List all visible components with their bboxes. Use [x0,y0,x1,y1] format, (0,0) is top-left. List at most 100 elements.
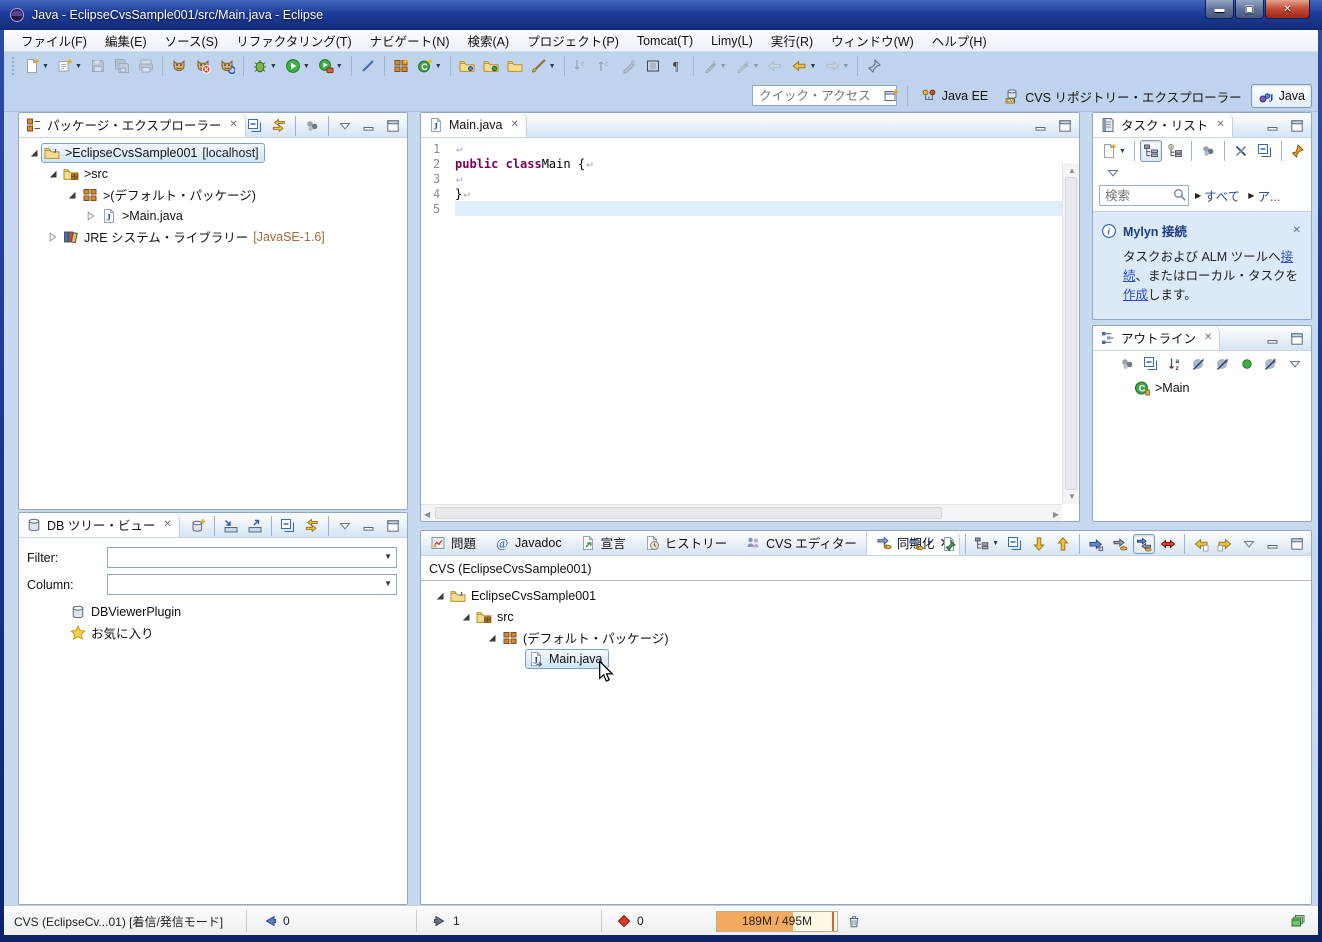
dropdown-arrow-icon[interactable]: ▼ [336,63,343,70]
run-history-button[interactable]: ▼ [315,55,346,77]
block-selection-button[interactable] [642,55,664,77]
perspective-Java[interactable]: J Java [1250,84,1312,108]
open-folder-button[interactable] [504,55,526,77]
menu-ファイル(F)[interactable]: ファイル(F) [12,29,96,52]
update-all-button[interactable] [1190,534,1212,554]
tree-item-DBViewerPlugin[interactable]: DBViewerPlugin [19,601,407,622]
tree-item-()[interactable]: >(デフォルト・パッケージ) [19,184,407,205]
pin-current-button[interactable] [938,534,960,554]
expander-expanded-icon[interactable] [65,190,79,200]
presentation-mode-button[interactable]: ▼ [971,534,1002,554]
code-line-5[interactable]: 5 [421,201,1062,216]
menu-ソース(S)[interactable]: ソース(S) [156,29,228,52]
tab-CVS エディター[interactable]: CVS エディター [736,531,866,555]
expander-expanded-icon[interactable] [485,633,499,643]
menu-ウィンドウ(W)[interactable]: ウィンドウ(W) [822,29,923,52]
menu-リファクタリング(T)[interactable]: リファクタリング(T) [227,29,360,52]
show-whitespace-button[interactable]: ¶ [666,55,688,77]
expander-expanded-icon[interactable] [433,591,447,601]
hide-local-button[interactable]: L [1260,353,1282,375]
minimize-button[interactable]: ▬ [1205,0,1234,19]
incoming-mode-button[interactable] [1085,534,1107,554]
run-button[interactable]: ▼ [282,55,313,77]
code-line-3[interactable]: 3 ↵ [421,171,1062,186]
editor-stack-indicator[interactable] [1290,906,1306,936]
format-brush-button[interactable]: ▼ [528,55,559,77]
close-icon[interactable]: ✕ [1204,332,1212,343]
maximize-view-button[interactable] [382,516,404,536]
dropdown-arrow-icon[interactable]: ▼ [549,63,556,70]
debug-button[interactable]: ▼ [249,55,280,77]
new-task-button[interactable]: ▼ [1098,140,1129,162]
scroll-left-icon[interactable]: ◀ [424,510,430,519]
maximize-button[interactable]: ▣ [1235,0,1264,19]
tomcat-restart-button[interactable] [216,55,238,77]
code-line-4[interactable]: 4} ↵ [421,186,1062,201]
dropdown-arrow-icon[interactable]: ▼ [926,540,933,547]
close-icon[interactable]: ✕ [1216,119,1224,130]
conflicts-mode-button[interactable] [1157,534,1179,554]
external-tools-button[interactable] [357,55,379,77]
tree-item-EclipseCvsSample001[interactable]: J >EclipseCvsSample001 [localhost] [19,142,407,163]
scroll-up-icon[interactable]: ▲ [1068,166,1076,175]
task-filter-すべて[interactable]: ▶ すべて [1195,186,1240,205]
expander-collapsed-icon[interactable] [46,231,60,242]
close-icon[interactable]: ✕ [163,519,171,530]
outgoing-mode-button[interactable] [1109,534,1131,554]
tree-item-Main[interactable]: C >Main [1093,377,1311,398]
mylyn-link-作成[interactable]: 作成 [1123,288,1148,302]
collapse-all-button[interactable] [1004,534,1026,554]
dropdown-arrow-icon[interactable]: ▼ [435,63,442,70]
dropdown-arrow-icon[interactable]: ▼ [992,540,999,547]
tree-item-Main.java[interactable]: J >Main.java [19,205,407,226]
dropdown-arrow-icon[interactable]: ▼ [1119,148,1126,155]
hide-static-button[interactable]: s [1212,353,1234,375]
prev-change-button[interactable] [1052,534,1074,554]
minimize-view-button[interactable] [1030,116,1052,136]
editor-tab-main-java[interactable]: J Main.java ✕ [421,113,527,137]
synchronize-button[interactable]: ▼ [905,534,936,554]
search-folder-button[interactable] [480,55,502,77]
tab-宣言[interactable]: 宣言 [571,531,635,555]
code-line-2[interactable]: 2 public class Main {↵ [421,156,1062,171]
tree-item-Main.java[interactable]: J Main.java [421,648,1311,669]
tomcat-start-button[interactable] [168,55,190,77]
collapse-all-button[interactable] [1254,140,1276,162]
db-view-tab[interactable]: DB ツリー・ビュー ✕ [19,513,180,537]
view-menu-button[interactable] [1284,353,1306,375]
next-change-button[interactable] [1028,534,1050,554]
menu-Tomcat(T)[interactable]: Tomcat(T) [628,32,702,50]
editor-body[interactable]: 1 ↵ 2 public class Main {↵ 3 ↵ 4} ↵ 5 ▲ ▼ ◀ ▶ [421,138,1079,521]
task-filter-ア...[interactable]: ▶ ア... [1248,186,1280,205]
tab-ヒストリー[interactable]: ヒストリー [635,531,737,555]
open-perspective-button[interactable] [880,85,902,107]
tree-item-()[interactable]: (デフォルト・パッケージ) [421,627,1311,648]
code-line-1[interactable]: 1 ↵ [421,141,1062,156]
expander-expanded-icon[interactable] [46,169,60,179]
tree-item-[interactable]: お気に入り [19,622,407,643]
sort-alphabetical-button[interactable]: az [1164,353,1186,375]
scheduled-presentation-button[interactable] [1164,140,1186,162]
back-button[interactable]: ▼ [788,55,819,77]
dropdown-arrow-icon[interactable]: ▼ [303,63,310,70]
link-with-editor-button[interactable] [268,116,290,136]
task-list-tab[interactable]: タスク・リスト ✕ [1093,113,1233,137]
minimize-view-button[interactable] [1262,329,1284,349]
dropdown-arrow-icon[interactable]: ▼ [720,63,727,70]
run-garbage-collector-button[interactable] [846,906,862,936]
dropdown-arrow-icon[interactable]: ▼ [842,63,849,70]
perspective-Java EE[interactable]: Java EE [914,84,996,108]
scrollbar-thumb[interactable] [1065,177,1077,490]
view-menu-button[interactable] [334,116,356,136]
maximize-view-button[interactable] [1286,329,1308,349]
import-db-button[interactable] [220,516,242,536]
perspective-CVS リポジトリー・エクスプローラー[interactable]: CVS CVS リポジトリー・エクスプローラー [997,83,1248,110]
close-icon[interactable]: ✕ [229,119,237,130]
heap-status-gauge[interactable]: 189M / 495M [716,911,838,932]
open-task-folder-button[interactable] [456,55,478,77]
maximize-view-button[interactable] [1054,116,1076,136]
editor-horizontal-scrollbar[interactable]: ◀ ▶ [421,504,1062,521]
new-database-button[interactable] [187,516,209,536]
view-menu-button[interactable] [1238,534,1260,554]
code-area[interactable]: 1 ↵ 2 public class Main {↵ 3 ↵ 4} ↵ 5 [421,138,1062,504]
